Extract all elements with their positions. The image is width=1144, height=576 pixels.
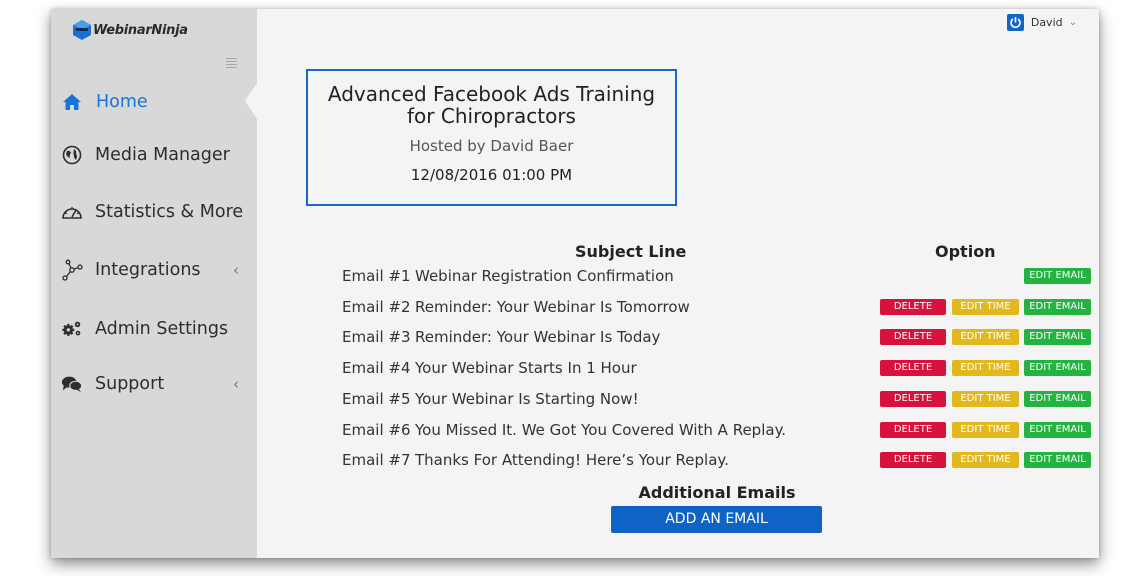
speedometer-icon: [61, 201, 83, 223]
user-name: David: [1030, 15, 1063, 29]
sidebar-toggle-icon[interactable]: [226, 58, 237, 70]
logo-text: WebinarNinja: [93, 22, 188, 38]
table-row: Email #5 Your Webinar Is Starting Now! D…: [51, 388, 1099, 412]
edit-email-button[interactable]: EDIT EMAIL: [1024, 452, 1091, 468]
option-column-header: Option: [935, 242, 996, 261]
webinar-title: Advanced Facebook Ads Training for Chiro…: [327, 82, 656, 128]
table-row: Email #3 Reminder: Your Webinar Is Today…: [51, 326, 1099, 350]
edit-email-button[interactable]: EDIT EMAIL: [1024, 422, 1091, 438]
logo[interactable]: WebinarNinja: [71, 18, 188, 42]
webinar-datetime: 12/08/2016 01:00 PM: [410, 166, 573, 184]
sidebar-item-label: Home: [96, 92, 148, 112]
edit-email-button[interactable]: EDIT EMAIL: [1024, 360, 1091, 376]
table-row: Email #7 Thanks For Attending! Here’s Yo…: [51, 449, 1099, 473]
table-row: Email #1 Webinar Registration Confirmati…: [51, 265, 1099, 289]
edit-time-button[interactable]: EDIT TIME: [952, 452, 1019, 468]
table-row: Email #6 You Missed It. We Got You Cover…: [51, 419, 1099, 443]
add-email-button[interactable]: ADD AN EMAIL: [611, 506, 822, 533]
edit-email-button[interactable]: EDIT EMAIL: [1024, 299, 1091, 315]
edit-email-button[interactable]: EDIT EMAIL: [1024, 329, 1091, 345]
webinar-card: Advanced Facebook Ads Training for Chiro…: [306, 69, 677, 206]
email-subject[interactable]: You Missed It. We Got You Covered With A…: [415, 421, 786, 439]
delete-button[interactable]: DELETE: [880, 299, 946, 315]
app-window: WebinarNinja Home Media Manager Statisti…: [51, 9, 1099, 558]
email-number: Email #1: [342, 267, 411, 285]
edit-time-button[interactable]: EDIT TIME: [952, 299, 1019, 315]
subject-column-header: Subject Line: [575, 242, 687, 261]
email-subject[interactable]: Webinar Registration Confirmation: [415, 267, 674, 285]
table-row: Email #2 Reminder: Your Webinar Is Tomor…: [51, 296, 1099, 320]
user-menu[interactable]: David ⌄: [1006, 12, 1077, 32]
chevron-down-icon: ⌄: [1068, 16, 1077, 28]
webinar-host: Hosted by David Baer: [409, 137, 574, 155]
sidebar-item-label: Media Manager: [95, 145, 230, 165]
edit-time-button[interactable]: EDIT TIME: [952, 329, 1019, 345]
edit-email-button[interactable]: EDIT EMAIL: [1024, 391, 1091, 407]
email-subject[interactable]: Your Webinar Is Starting Now!: [415, 390, 639, 408]
sidebar-item-home[interactable]: Home: [51, 84, 257, 120]
email-number: Email #5: [342, 390, 411, 408]
edit-email-button[interactable]: EDIT EMAIL: [1024, 268, 1091, 284]
edit-time-button[interactable]: EDIT TIME: [952, 391, 1019, 407]
email-number: Email #4: [342, 359, 411, 377]
email-subject[interactable]: Reminder: Your Webinar Is Today: [415, 328, 660, 346]
ninja-logo-icon: [73, 20, 91, 40]
email-number: Email #7: [342, 451, 411, 469]
edit-time-button[interactable]: EDIT TIME: [952, 360, 1019, 376]
additional-emails-title: Additional Emails: [638, 483, 796, 502]
home-icon: [61, 91, 83, 113]
email-subject[interactable]: Your Webinar Starts In 1 Hour: [415, 359, 637, 377]
sidebar-item-statistics[interactable]: Statistics & More: [51, 194, 257, 230]
email-number: Email #6: [342, 421, 411, 439]
table-row: Email #4 Your Webinar Starts In 1 Hour D…: [51, 357, 1099, 381]
email-number: Email #2: [342, 298, 411, 316]
delete-button[interactable]: DELETE: [880, 452, 946, 468]
power-icon: [1006, 13, 1024, 31]
edit-time-button[interactable]: EDIT TIME: [952, 422, 1019, 438]
email-number: Email #3: [342, 328, 411, 346]
sidebar-item-label: Statistics & More: [95, 202, 244, 222]
globe-icon: [61, 144, 83, 166]
email-subject[interactable]: Thanks For Attending! Here’s Your Replay…: [415, 451, 729, 469]
delete-button[interactable]: DELETE: [880, 391, 946, 407]
sidebar-item-media-manager[interactable]: Media Manager: [51, 137, 257, 173]
delete-button[interactable]: DELETE: [880, 360, 946, 376]
delete-button[interactable]: DELETE: [880, 329, 946, 345]
delete-button[interactable]: DELETE: [880, 422, 946, 438]
email-subject[interactable]: Reminder: Your Webinar Is Tomorrow: [415, 298, 690, 316]
